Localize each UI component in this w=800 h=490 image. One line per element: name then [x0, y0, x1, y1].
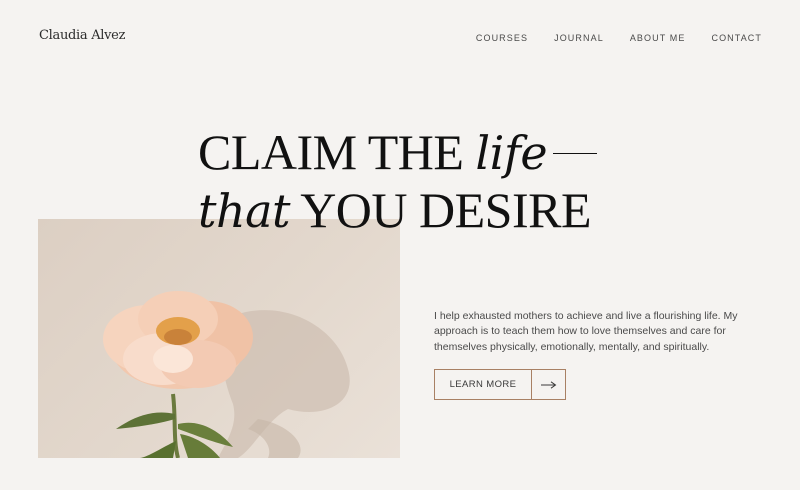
headline-line2-italic: that: [198, 184, 291, 238]
nav-journal[interactable]: JOURNAL: [554, 33, 604, 43]
main-nav: COURSES JOURNAL ABOUT ME CONTACT: [476, 33, 762, 43]
headline-line1-italic: life: [475, 126, 548, 180]
headline-line1-caps: CLAIM THE: [198, 124, 464, 180]
headline-dash: [553, 152, 598, 155]
hero-headline: CLAIM THE life that YOU DESIRE: [198, 124, 758, 240]
site-logo[interactable]: Claudia Alvez: [39, 28, 125, 43]
peony-flower-illustration: [103, 291, 350, 458]
hero-flower-photo: [38, 219, 400, 458]
arrow-right-icon: [532, 370, 565, 399]
hero-intro-text: I help exhausted mothers to achieve and …: [434, 309, 738, 353]
headline-line2-caps: YOU DESIRE: [300, 182, 592, 238]
nav-contact[interactable]: CONTACT: [711, 33, 762, 43]
learn-more-button[interactable]: LEARN MORE: [434, 369, 566, 400]
learn-more-label: LEARN MORE: [435, 370, 532, 399]
nav-courses[interactable]: COURSES: [476, 33, 528, 43]
nav-about-me[interactable]: ABOUT ME: [630, 33, 686, 43]
